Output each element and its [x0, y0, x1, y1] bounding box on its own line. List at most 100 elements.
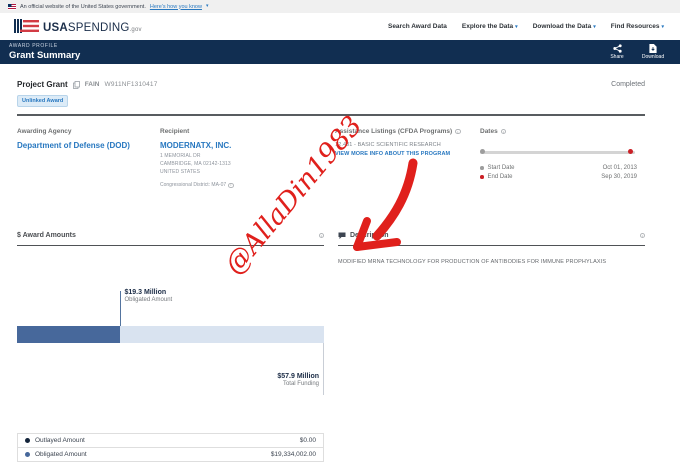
address-line: 1 MEMORIAL DR	[160, 153, 335, 161]
end-date-value: Sep 30, 2019	[601, 174, 637, 180]
award-amounts-header: $ Award Amounts i	[17, 226, 324, 246]
recipient-label: Recipient	[160, 128, 335, 135]
gov-banner-text: An official website of the United States…	[20, 4, 146, 10]
assistance-listings-label: Assistance Listings (CFDA Programs) i	[335, 128, 480, 135]
cfda-program: 12.431 - BASIC SCIENTIFIC RESEARCH	[335, 142, 480, 148]
chevron-down-icon[interactable]: ▾	[206, 4, 209, 9]
address-line: UNITED STATES	[160, 169, 335, 177]
recipient-column: Recipient MODERNATX, INC. 1 MEMORIAL DR …	[160, 128, 335, 188]
award-profile-eyebrow: AWARD PROFILE	[9, 43, 80, 49]
cfda-more-info-link[interactable]: VIEW MORE INFO ABOUT THIS PROGRAM	[335, 151, 480, 157]
page-title-bar: AWARD PROFILE Grant Summary Share Downlo…	[0, 40, 680, 64]
nav-find-resources[interactable]: Find Resources▾	[611, 23, 664, 30]
info-icon[interactable]: i	[228, 183, 234, 189]
obligated-label: Obligated Amount	[35, 451, 87, 458]
title-bar-actions: Share Download	[604, 44, 666, 60]
how-you-know-link[interactable]: Here's how you know	[150, 4, 202, 10]
description-section: Description i MODIFIED MRNA TECHNOLOGY F…	[338, 226, 645, 267]
award-amounts-title: $ Award Amounts	[17, 232, 76, 239]
nav-label: Find Resources	[611, 23, 660, 30]
awarding-agency-link[interactable]: Department of Defense (DOD)	[17, 141, 160, 150]
info-icon[interactable]: i	[455, 129, 461, 135]
award-meta-row: Project Grant FAIN W911NF1310417 Complet…	[17, 80, 645, 89]
assistance-listings-column: Assistance Listings (CFDA Programs) i 12…	[335, 128, 480, 188]
start-date-row: Start Date Oct 01, 2013	[480, 165, 637, 171]
address-line: CAMBRIDGE, MA 02142-1313	[160, 161, 335, 169]
award-type: Project Grant	[17, 80, 68, 89]
obligated-value: $19,334,002.00	[271, 451, 316, 458]
unlinked-award-badge[interactable]: Unlinked Award	[17, 95, 68, 107]
date-rows: Start Date Oct 01, 2013 End Date Sep 30,…	[480, 165, 637, 180]
total-funding-caption: Total Funding	[277, 381, 319, 387]
funding-bar[interactable]	[17, 326, 324, 343]
award-amounts-section: $ Award Amounts i	[17, 226, 324, 267]
obligated-amount-callout: $19.3 Million Obligated Amount	[125, 289, 173, 303]
start-date-value: Oct 01, 2013	[603, 165, 637, 171]
description-header: Description i	[338, 226, 645, 246]
recipient-address: 1 MEMORIAL DR CAMBRIDGE, MA 02142-1313 U…	[160, 153, 335, 176]
fain-label: FAIN	[85, 81, 100, 88]
table-row-outlayed: Outlayed Amount $0.00	[17, 433, 324, 448]
congressional-district: Congressional District: MA-07 i	[160, 182, 335, 188]
share-button[interactable]: Share	[604, 44, 630, 60]
award-amounts-chart: $19.3 Million Obligated Amount $57.9 Mil…	[17, 283, 324, 400]
info-icon[interactable]: i	[319, 233, 325, 239]
awarding-agency-label: Awarding Agency	[17, 128, 160, 135]
nav-label: Explore the Data	[462, 23, 513, 30]
top-nav: Search Award Data Explore the Data▾ Down…	[388, 23, 664, 30]
chevron-down-icon: ▾	[661, 24, 664, 30]
page-title: Grant Summary	[9, 50, 80, 61]
gov-banner: An official website of the United States…	[0, 0, 680, 13]
download-icon	[649, 44, 657, 53]
obligated-amount-value: $19.3 Million	[125, 289, 173, 296]
description-title: Description	[350, 232, 389, 239]
end-date-bullet-icon	[480, 175, 484, 179]
award-amounts-table: Outlayed Amount $0.00 Obligated Amount $…	[17, 434, 324, 462]
usaspending-logo[interactable]: USASPENDING.gov	[14, 19, 142, 35]
awarding-agency-column: Awarding Agency Department of Defense (D…	[17, 128, 160, 188]
award-meta: Project Grant FAIN W911NF1310417 Complet…	[17, 80, 645, 116]
share-label: Share	[610, 54, 623, 60]
recipient-link[interactable]: MODERNATX, INC.	[160, 141, 335, 150]
obligated-marker-line	[120, 291, 122, 326]
logo-spending: SPENDING	[68, 22, 130, 34]
nav-label: Search Award Data	[388, 23, 447, 30]
dates-track	[480, 151, 635, 154]
chevron-down-icon: ▾	[515, 24, 518, 30]
content-sections: $ Award Amounts i Description i MODIFIED…	[17, 226, 645, 267]
copy-icon[interactable]	[73, 81, 80, 89]
info-icon[interactable]: i	[640, 233, 646, 239]
dates-column: Dates i Start Date Oct 01, 2013 End Date…	[480, 128, 645, 188]
download-label: Download	[642, 54, 664, 60]
outlayed-value: $0.00	[300, 437, 316, 444]
dates-progress-bar	[480, 149, 635, 154]
start-date-dot	[480, 149, 485, 154]
outlayed-label: Outlayed Amount	[35, 437, 85, 444]
end-date-row: End Date Sep 30, 2019	[480, 174, 637, 180]
start-date-label: Start Date	[488, 165, 515, 171]
logo-usa: USA	[43, 22, 68, 34]
total-funding-bar-segment[interactable]	[120, 326, 325, 343]
title-block: AWARD PROFILE Grant Summary	[9, 43, 80, 61]
nav-download-the-data[interactable]: Download the Data▾	[533, 23, 596, 30]
usaspending-flag-icon	[14, 19, 39, 35]
info-icon[interactable]: i	[501, 129, 507, 135]
obligated-amount-caption: Obligated Amount	[125, 297, 173, 303]
obligated-bar-segment[interactable]	[17, 326, 120, 343]
nav-search-award-data[interactable]: Search Award Data	[388, 23, 447, 30]
award-description-text: MODIFIED MRNA TECHNOLOGY FOR PRODUCTION …	[338, 259, 645, 267]
total-funding-marker-line	[323, 343, 324, 395]
download-button[interactable]: Download	[640, 44, 666, 60]
us-flag-icon	[8, 4, 16, 10]
total-funding-callout: $57.9 Million Total Funding	[277, 373, 319, 387]
share-icon	[613, 44, 622, 53]
dates-label: Dates i	[480, 128, 645, 135]
logo-text: USASPENDING.gov	[43, 23, 142, 35]
assistance-listings-label-text: Assistance Listings (CFDA Programs)	[335, 128, 452, 135]
start-date-bullet-icon	[480, 166, 484, 170]
nav-explore-the-data[interactable]: Explore the Data▾	[462, 23, 518, 30]
end-date-label: End Date	[488, 174, 513, 180]
site-header: USASPENDING.gov Search Award Data Explor…	[0, 13, 680, 40]
end-date-dot	[628, 149, 633, 154]
nav-label: Download the Data	[533, 23, 592, 30]
